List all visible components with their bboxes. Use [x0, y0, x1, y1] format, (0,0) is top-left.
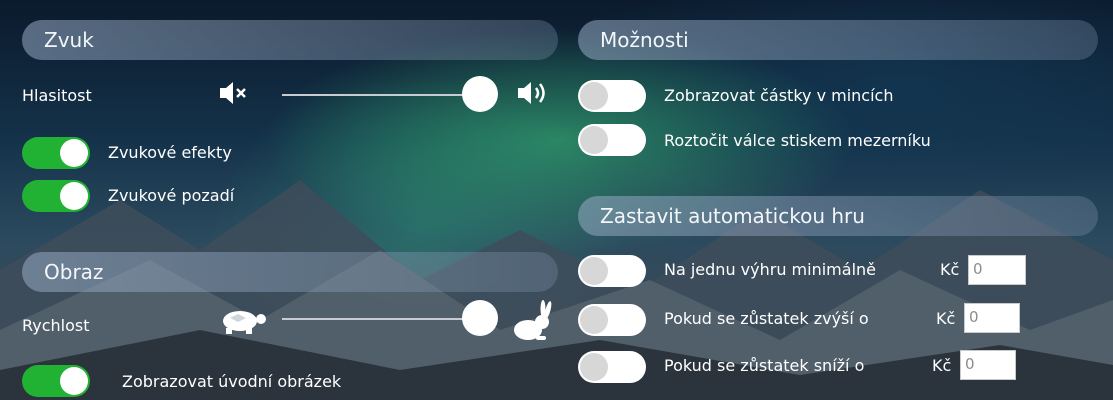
section-header-image: Obraz — [22, 252, 558, 292]
section-title-options: Možnosti — [600, 28, 689, 52]
background-sound-toggle[interactable] — [22, 180, 90, 212]
autoplay-balance-down-input[interactable]: 0 — [960, 350, 1016, 380]
spin-space-toggle[interactable] — [578, 124, 646, 156]
section-title-sound: Zvuk — [44, 28, 94, 52]
section-header-autoplay: Zastavit automatickou hru — [578, 196, 1098, 236]
speaker-mute-icon[interactable] — [218, 80, 248, 106]
speed-slider-track[interactable] — [282, 318, 482, 320]
speed-label: Rychlost — [22, 316, 90, 335]
autoplay-balance-up-label: Pokud se zůstatek zvýší o — [664, 309, 869, 328]
volume-slider-track[interactable] — [282, 94, 482, 96]
show-coins-toggle[interactable] — [578, 80, 646, 112]
intro-image-label: Zobrazovat úvodní obrázek — [122, 372, 342, 391]
autoplay-balance-down-toggle[interactable] — [578, 351, 646, 383]
sound-effects-toggle[interactable] — [22, 137, 90, 169]
autoplay-min-win-label: Na jednu výhru minimálně — [664, 260, 876, 279]
background-sound-label: Zvukové pozadí — [108, 186, 235, 205]
section-header-options: Možnosti — [578, 20, 1098, 60]
spin-space-label: Roztočit válce stiskem mezerníku — [664, 131, 931, 150]
section-title-autoplay: Zastavit automatickou hru — [600, 204, 865, 228]
intro-image-toggle[interactable] — [22, 365, 90, 397]
rabbit-icon[interactable] — [510, 300, 554, 342]
volume-label: Hlasitost — [22, 86, 92, 105]
autoplay-min-win-toggle[interactable] — [578, 255, 646, 287]
speed-slider-thumb[interactable] — [462, 300, 498, 336]
autoplay-balance-down-currency: Kč — [932, 356, 952, 375]
volume-slider-thumb[interactable] — [462, 76, 498, 112]
section-title-image: Obraz — [44, 260, 104, 284]
section-header-sound: Zvuk — [22, 20, 558, 60]
turtle-icon[interactable] — [218, 306, 270, 336]
autoplay-balance-down-label: Pokud se zůstatek sníží o — [664, 356, 865, 375]
autoplay-min-win-input[interactable]: 0 — [968, 255, 1026, 285]
show-coins-label: Zobrazovat částky v mincích — [664, 86, 894, 105]
speaker-volume-icon[interactable] — [516, 80, 550, 106]
autoplay-min-win-currency: Kč — [940, 260, 960, 279]
autoplay-balance-up-toggle[interactable] — [578, 304, 646, 336]
autoplay-balance-up-currency: Kč — [936, 309, 956, 328]
sound-effects-label: Zvukové efekty — [108, 143, 232, 162]
autoplay-balance-up-input[interactable]: 0 — [964, 303, 1020, 333]
